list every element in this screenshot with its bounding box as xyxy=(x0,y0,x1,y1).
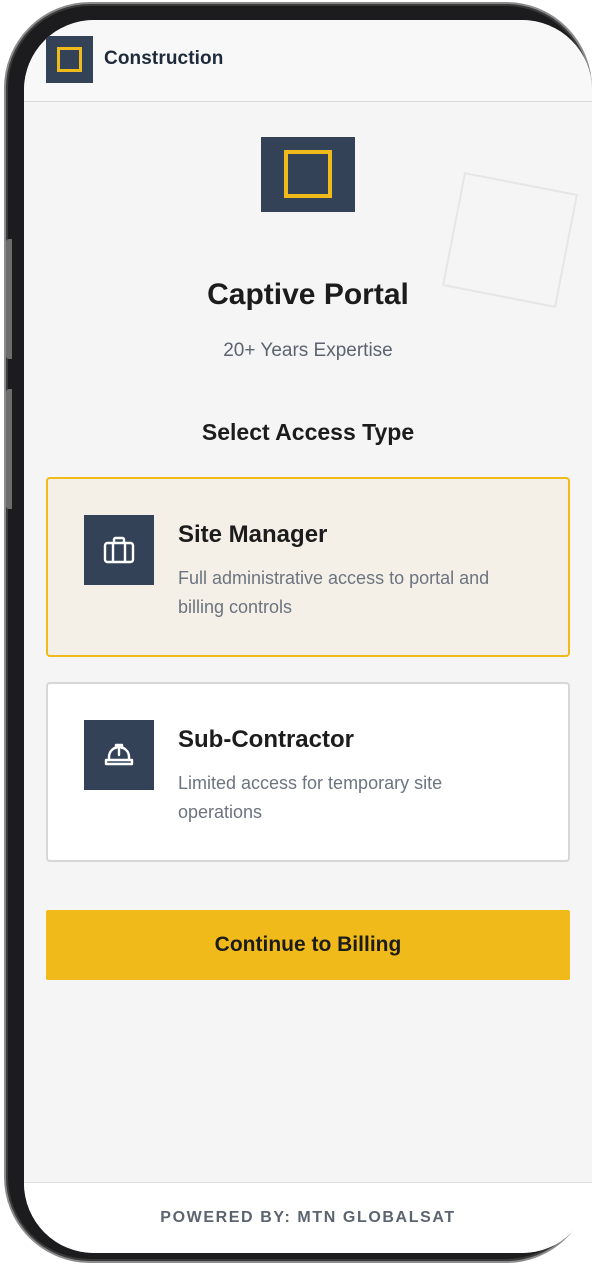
square-logo-icon xyxy=(261,137,355,212)
access-option-site-manager[interactable]: Site Manager Full administrative access … xyxy=(46,477,570,657)
square-logo-icon xyxy=(46,36,93,83)
powered-by-text: POWERED BY: MTN GLOBALSAT xyxy=(160,1209,456,1226)
page-title: Captive Portal xyxy=(207,278,409,311)
top-bar: Construction xyxy=(24,20,592,102)
brand-name: Construction xyxy=(104,48,224,69)
access-option-sub-contractor[interactable]: Sub-Contractor Limited access for tempor… xyxy=(46,682,570,862)
volume-up-side-button xyxy=(6,239,12,359)
continue-to-billing-button[interactable]: Continue to Billing xyxy=(46,910,570,980)
hard-hat-icon xyxy=(84,720,154,790)
portal-screen: Construction Captive Portal 20+ Years Ex… xyxy=(24,20,592,1253)
footer: POWERED BY: MTN GLOBALSAT xyxy=(24,1182,592,1253)
section-title: Select Access Type xyxy=(201,419,415,445)
access-option-description: Limited access for temporary site operat… xyxy=(178,773,443,822)
access-option-title: Sub-Contractor xyxy=(178,726,354,753)
phone-frame: Construction Captive Portal 20+ Years Ex… xyxy=(4,2,592,1263)
page-subtitle: 20+ Years Expertise xyxy=(223,340,393,361)
access-option-description: Full administrative access to portal and… xyxy=(178,568,490,617)
volume-down-side-button xyxy=(6,389,12,509)
briefcase-icon xyxy=(84,515,154,585)
access-option-title: Site Manager xyxy=(178,521,328,548)
